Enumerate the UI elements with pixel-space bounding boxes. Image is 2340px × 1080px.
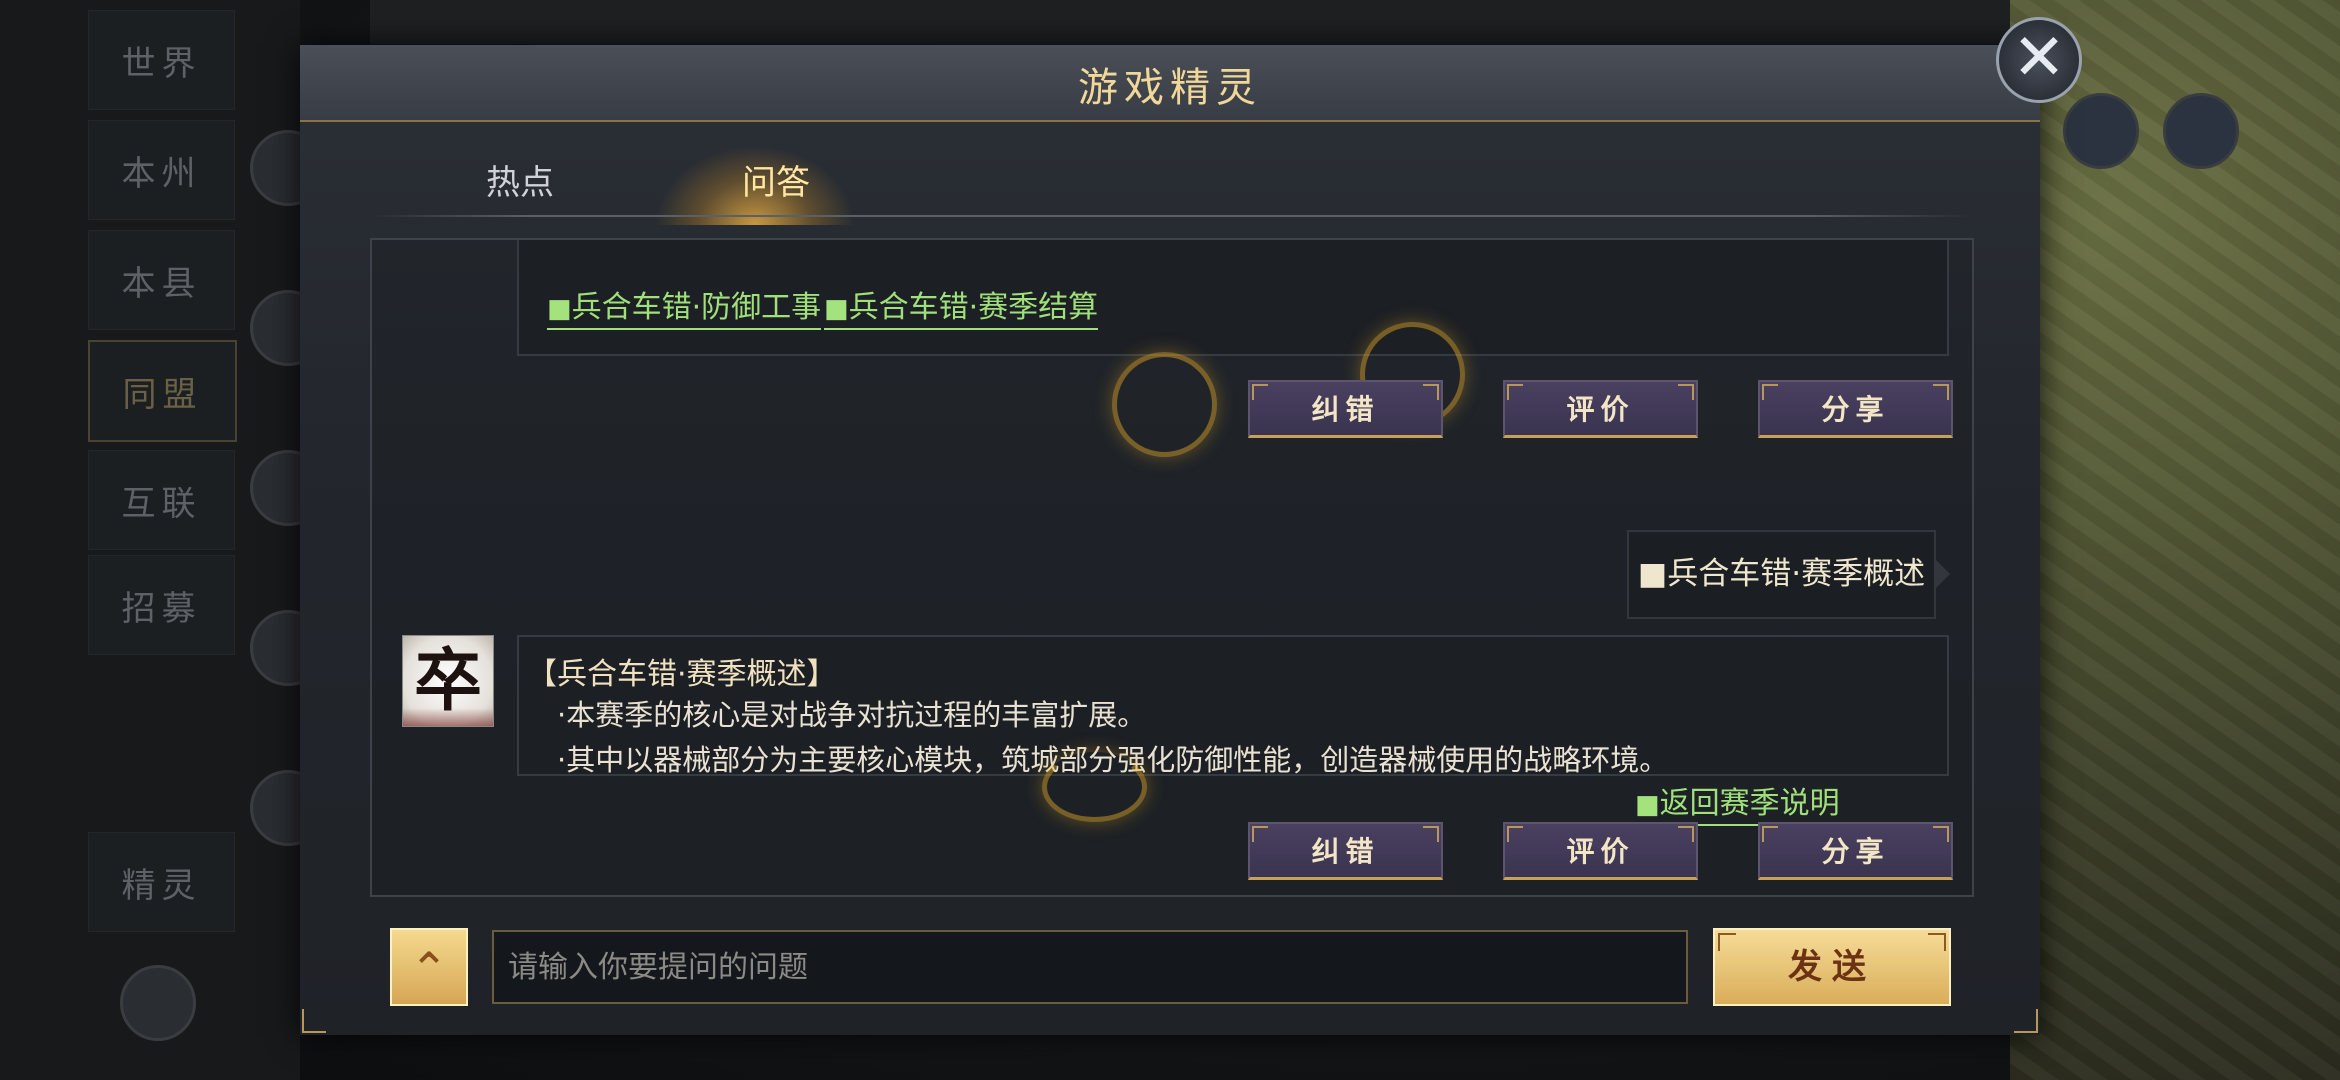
bg-back-icon [120,965,196,1041]
bg-sidebar-item: 本县 [88,230,235,330]
frame-corner-ornament [2014,1009,2038,1033]
link-label: 兵合车错·赛季结算 [848,290,1099,325]
send-button[interactable]: 发送 [1713,928,1951,1006]
highlight-ring [1042,752,1147,822]
bg-sidebar-item: 同盟 [88,340,237,442]
tab-qa[interactable]: 问答 [742,155,810,204]
dialog-title: 游戏精灵 [1078,65,1262,111]
answer-line: ·本赛季的核心是对战争对抗过程的丰富扩展。 [557,698,1147,732]
share-button[interactable]: 分享 [1758,380,1953,438]
square-bullet-icon: ■ [824,294,849,324]
answer-title: 【兵合车错·赛季概述】 [527,657,837,692]
crossed-swords-close-icon[interactable]: ✕ [1996,17,2082,103]
chat-panel[interactable]: ■兵合车错·防御工事 ■兵合车错·赛季结算 纠错 评价 分享 ■兵合车错·赛季概… [370,238,1974,897]
assistant-avatar: 卒 [402,635,494,727]
highlight-ring [1112,352,1217,457]
link-season-settlement[interactable]: ■兵合车错·赛季结算 [824,282,1099,330]
rate-button[interactable]: 评价 [1503,380,1698,438]
bg-play-icon [2063,93,2139,169]
title-bar: 游戏精灵 [300,45,2040,122]
link-label: 兵合车错·防御工事 [571,290,822,325]
square-bullet-icon: ■ [1635,790,1660,820]
question-input[interactable] [492,930,1688,1004]
rate-button[interactable]: 评价 [1503,822,1698,880]
chevron-up-icon: ⌃ [409,942,449,996]
link-defense-works[interactable]: ■兵合车错·防御工事 [547,282,822,330]
square-bullet-icon: ■ [547,294,572,324]
return-season-link[interactable]: ■返回赛季说明 [1635,778,1840,826]
bg-sidebar-item: 世界 [88,10,235,110]
link-message-box: ■兵合车错·防御工事 ■兵合车错·赛季结算 [517,240,1949,356]
share-button[interactable]: 分享 [1758,822,1953,880]
bg-sidebar-item: 精灵 [88,832,235,932]
answer-message-box: 【兵合车错·赛季概述】 ·本赛季的核心是对战争对抗过程的丰富扩展。 ·其中以器械… [517,635,1949,777]
correct-button[interactable]: 纠错 [1248,822,1443,880]
bg-sidebar-item: 互联 [88,450,235,550]
expand-button[interactable]: ⌃ [390,928,468,1006]
correct-button[interactable]: 纠错 [1248,380,1443,438]
link-label: 返回赛季说明 [1659,786,1840,821]
bg-location-icon [2163,93,2239,169]
tab-hot[interactable]: 热点 [486,155,554,204]
user-message-bubble[interactable]: ■兵合车错·赛季概述 [1627,530,1950,619]
frame-corner-ornament [302,1009,326,1033]
bg-map [2010,0,2340,1080]
bg-topbar [370,0,2070,44]
bg-sidebar-item: 本州 [88,120,235,220]
tab-divider [370,215,1970,217]
bg-sidebar-item: 招募 [88,555,235,655]
game-helper-dialog: 游戏精灵 热点 问答 ■兵合车错·防御工事 ■兵合车错·赛季结算 纠错 评价 分… [300,45,2040,1035]
